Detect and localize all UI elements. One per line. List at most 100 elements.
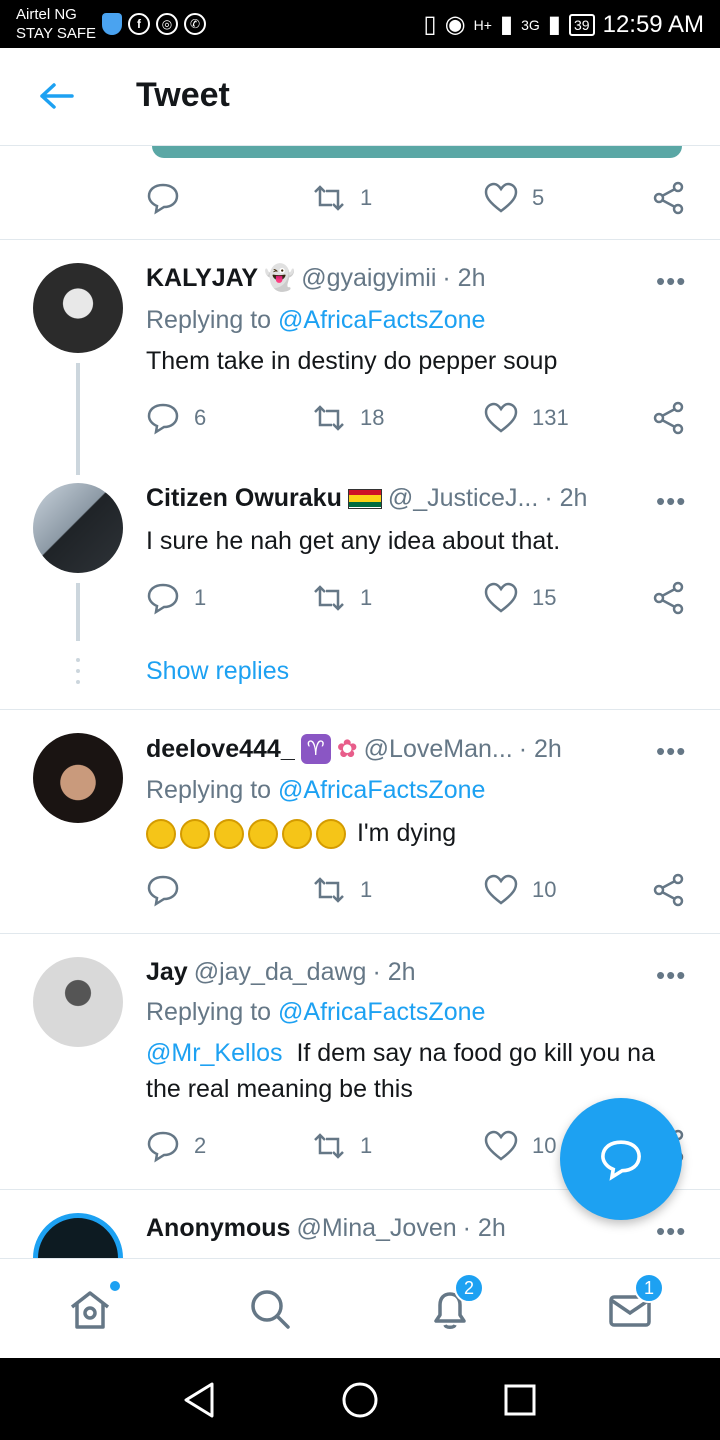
- divider: [0, 709, 720, 710]
- notifications-tab[interactable]: 2: [426, 1273, 484, 1333]
- more-options-button[interactable]: •••: [656, 1216, 686, 1247]
- tweet-time: · 2h: [544, 484, 588, 512]
- like-button[interactable]: 5: [484, 181, 544, 215]
- signal-icon: ▮: [499, 11, 514, 38]
- share-button[interactable]: [652, 401, 686, 435]
- like-count: 131: [532, 405, 569, 430]
- laughing-emoji-icon: [316, 819, 346, 850]
- replying-to-link[interactable]: @AfricaFactsZone: [278, 306, 485, 334]
- user-handle[interactable]: @LoveMan...: [364, 735, 513, 764]
- signal-icon-2: ▮: [547, 11, 562, 38]
- tweet-feed[interactable]: 1 5 KALYJAY 👻 @gyaigyimii · 2h ••• Reply…: [0, 146, 720, 1258]
- avatar[interactable]: [33, 483, 123, 573]
- home-tab[interactable]: [66, 1279, 122, 1333]
- like-count: 10: [532, 1133, 557, 1158]
- user-handle[interactable]: @gyaigyimii: [301, 264, 436, 293]
- reply-button[interactable]: 1: [146, 581, 206, 615]
- ghana-flag-icon: [347, 488, 382, 509]
- more-options-button[interactable]: •••: [656, 736, 686, 767]
- main-tweet-actions: 1 5: [146, 181, 696, 221]
- carrier-slogan: STAY SAFE: [16, 25, 97, 42]
- replying-to: Replying to @AfricaFactsZone: [146, 306, 485, 335]
- more-options-button[interactable]: •••: [656, 486, 686, 517]
- replying-to-link[interactable]: @AfricaFactsZone: [278, 776, 485, 804]
- retweet-button[interactable]: 18: [312, 401, 384, 435]
- more-options-button[interactable]: •••: [656, 266, 686, 297]
- user-name[interactable]: Jay: [146, 958, 188, 987]
- reply-count: 1: [194, 585, 207, 610]
- retweet-icon: [314, 405, 344, 431]
- user-handle[interactable]: @_JusticeJ...: [388, 484, 538, 513]
- user-name[interactable]: deelove444_: [146, 735, 295, 764]
- home-circle-icon[interactable]: [340, 1380, 380, 1420]
- retweet-button[interactable]: 1: [312, 581, 372, 615]
- mention-link[interactable]: @Mr_Kellos: [146, 1039, 283, 1067]
- more-options-button[interactable]: •••: [656, 960, 686, 991]
- share-button[interactable]: [652, 581, 686, 615]
- thread-line: [76, 363, 80, 475]
- tweet-actions: 6 18 131: [146, 401, 696, 441]
- laughing-emoji-icon: [180, 819, 210, 850]
- retweet-button[interactable]: 1: [312, 181, 372, 215]
- reply-button[interactable]: [146, 181, 180, 215]
- avatar[interactable]: [33, 263, 123, 353]
- tweet-header: Anonymous @Mina_Joven · 2h: [146, 1214, 506, 1243]
- back-button[interactable]: [38, 81, 78, 111]
- show-replies-link[interactable]: Show replies: [146, 657, 289, 686]
- replying-to: Replying to @AfricaFactsZone: [146, 998, 485, 1027]
- like-button[interactable]: 15: [484, 581, 556, 615]
- back-icon[interactable]: [180, 1380, 220, 1420]
- user-name[interactable]: Citizen Owuraku: [146, 484, 342, 513]
- reply-icon: [147, 403, 179, 435]
- avatar[interactable]: [33, 957, 123, 1047]
- heart-icon: [484, 582, 518, 613]
- like-button[interactable]: 10: [484, 873, 556, 907]
- search-icon: [251, 1290, 290, 1329]
- search-tab[interactable]: [246, 1285, 294, 1333]
- clock: 12:59 AM: [602, 10, 704, 38]
- vibrate-icon: ▯: [423, 11, 437, 38]
- share-button[interactable]: [652, 181, 686, 215]
- compose-reply-button[interactable]: [560, 1098, 682, 1220]
- reply-icon: [147, 183, 179, 215]
- retweet-icon: [314, 1133, 344, 1159]
- heart-icon: [484, 402, 518, 433]
- tweet-header: Citizen Owuraku @_JusticeJ... · 2h: [146, 484, 587, 513]
- like-button[interactable]: 131: [484, 401, 569, 435]
- messages-tab[interactable]: 1: [606, 1273, 664, 1333]
- heart-icon: [484, 1130, 518, 1161]
- laughing-emoji-icon: [214, 819, 244, 850]
- share-button[interactable]: [652, 873, 686, 907]
- tweet-text-block: @Mr_Kellos If dem say na food go kill yo…: [146, 1035, 686, 1107]
- retweet-button[interactable]: 1: [312, 1129, 372, 1163]
- laughing-emoji-icon: [248, 819, 278, 850]
- reply-button[interactable]: 6: [146, 401, 206, 435]
- reply-button[interactable]: 2: [146, 1129, 206, 1163]
- tweet-header: Jay @jay_da_dawg · 2h: [146, 958, 416, 987]
- tweet-text-row: I'm dying: [146, 815, 686, 851]
- reply-button[interactable]: [146, 873, 180, 907]
- reply-icon: [147, 875, 179, 907]
- avatar[interactable]: [33, 733, 123, 823]
- avatar[interactable]: [33, 1213, 123, 1258]
- recents-icon[interactable]: [500, 1380, 540, 1420]
- retweet-icon: [314, 185, 344, 211]
- retweet-icon: [314, 585, 344, 611]
- battery-indicator: 39: [569, 13, 595, 36]
- tweet-actions: 1 1 15: [146, 581, 696, 621]
- replying-to-link[interactable]: @AfricaFactsZone: [278, 998, 485, 1026]
- user-name[interactable]: KALYJAY: [146, 264, 258, 293]
- user-handle[interactable]: @Mina_Joven: [296, 1214, 456, 1243]
- reply-icon: [147, 1131, 179, 1163]
- like-button[interactable]: 10: [484, 1129, 556, 1163]
- tweet-header: KALYJAY 👻 @gyaigyimii · 2h: [146, 264, 485, 293]
- replying-prefix: Replying to: [146, 776, 272, 804]
- eye-icon: ◉: [444, 11, 466, 38]
- notification-icons: f ◎ ✆: [102, 13, 206, 35]
- retweet-button[interactable]: 1: [312, 873, 372, 907]
- user-name[interactable]: Anonymous: [146, 1214, 290, 1243]
- media-image-bottom[interactable]: [152, 146, 682, 158]
- home-icon: [70, 1291, 110, 1329]
- tweet-time: · 2h: [442, 264, 486, 292]
- user-handle[interactable]: @jay_da_dawg: [194, 958, 367, 987]
